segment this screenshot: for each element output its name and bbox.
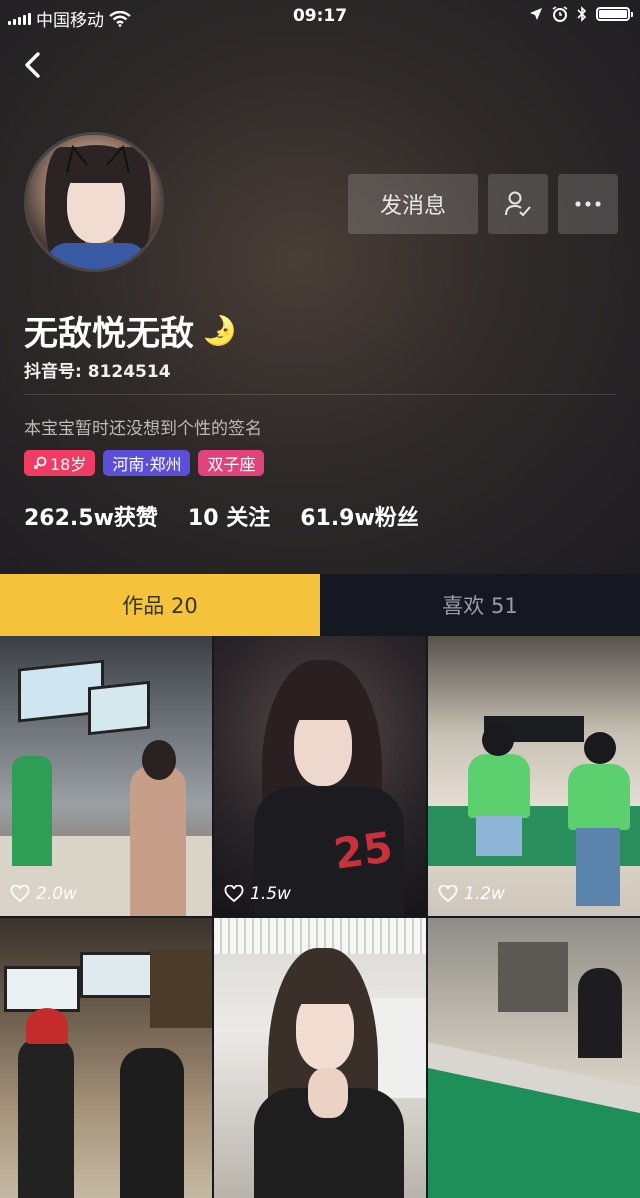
video-thumbnail[interactable]: 25 1.5w <box>214 636 426 916</box>
divider <box>24 394 616 395</box>
avatar[interactable] <box>24 132 164 272</box>
video-thumbnail[interactable]: 1.2w <box>428 636 640 916</box>
profile-header: 中国移动 09:17 发消息 无敌悦无敌 🌛 抖音号: 8124514 本宝宝暂… <box>0 0 640 574</box>
following-count[interactable]: 10 关注 <box>188 500 270 532</box>
more-button[interactable] <box>558 174 618 234</box>
user-check-icon <box>505 191 531 217</box>
heart-icon <box>438 885 458 903</box>
send-message-button[interactable]: 发消息 <box>348 174 478 234</box>
douyin-id: 抖音号: 8124514 <box>24 362 171 382</box>
zodiac-tag: 双子座 <box>198 450 265 476</box>
heart-icon <box>224 885 244 903</box>
video-thumbnail[interactable] <box>428 918 640 1198</box>
follow-user-button[interactable] <box>488 174 548 234</box>
like-count-label: 1.2w <box>464 884 505 904</box>
location-tag: 河南·郑州 <box>103 450 191 476</box>
back-arrow-icon[interactable] <box>18 48 48 82</box>
tab-works[interactable]: 作品 20 <box>0 574 320 636</box>
video-thumbnail[interactable]: 2.0w <box>0 636 212 916</box>
heart-icon <box>10 885 30 903</box>
profile-actions: 发消息 <box>348 174 618 234</box>
cat-ears-icon <box>66 144 130 174</box>
more-dots-icon <box>575 201 601 207</box>
like-count: 1.2w <box>438 884 505 904</box>
video-thumbnail[interactable] <box>0 918 212 1198</box>
bluetooth-icon <box>577 6 587 22</box>
user-name: 无敌悦无敌 🌛 <box>24 306 237 355</box>
status-bar: 中国移动 09:17 <box>0 0 640 34</box>
profile-tabs: 作品 20 喜欢 51 <box>0 574 640 636</box>
age-tag: 18岁 <box>24 450 96 476</box>
video-grid: 2.0w 25 1.5w 1.2w <box>0 636 640 1198</box>
user-name-text: 无敌悦无敌 <box>24 314 194 354</box>
like-count-label: 1.5w <box>250 884 291 904</box>
female-icon <box>33 456 47 470</box>
followers-count[interactable]: 61.9w粉丝 <box>300 500 419 532</box>
moon-emoji: 🌛 <box>202 314 237 347</box>
profile-stats: 262.5w获赞 10 关注 61.9w粉丝 <box>24 500 419 532</box>
profile-tags: 18岁 河南·郑州 双子座 <box>24 450 265 476</box>
like-count: 2.0w <box>10 884 77 904</box>
like-count: 1.5w <box>224 884 291 904</box>
location-arrow-icon <box>530 8 542 20</box>
battery-icon <box>596 7 633 21</box>
like-count-label: 2.0w <box>36 884 77 904</box>
tab-liked[interactable]: 喜欢 51 <box>320 574 640 636</box>
age-tag-label: 18岁 <box>50 455 87 474</box>
alarm-icon <box>552 6 568 22</box>
likes-count: 262.5w获赞 <box>24 506 158 531</box>
video-thumbnail[interactable] <box>214 918 426 1198</box>
signature: 本宝宝暂时还没想到个性的签名 <box>24 419 262 439</box>
